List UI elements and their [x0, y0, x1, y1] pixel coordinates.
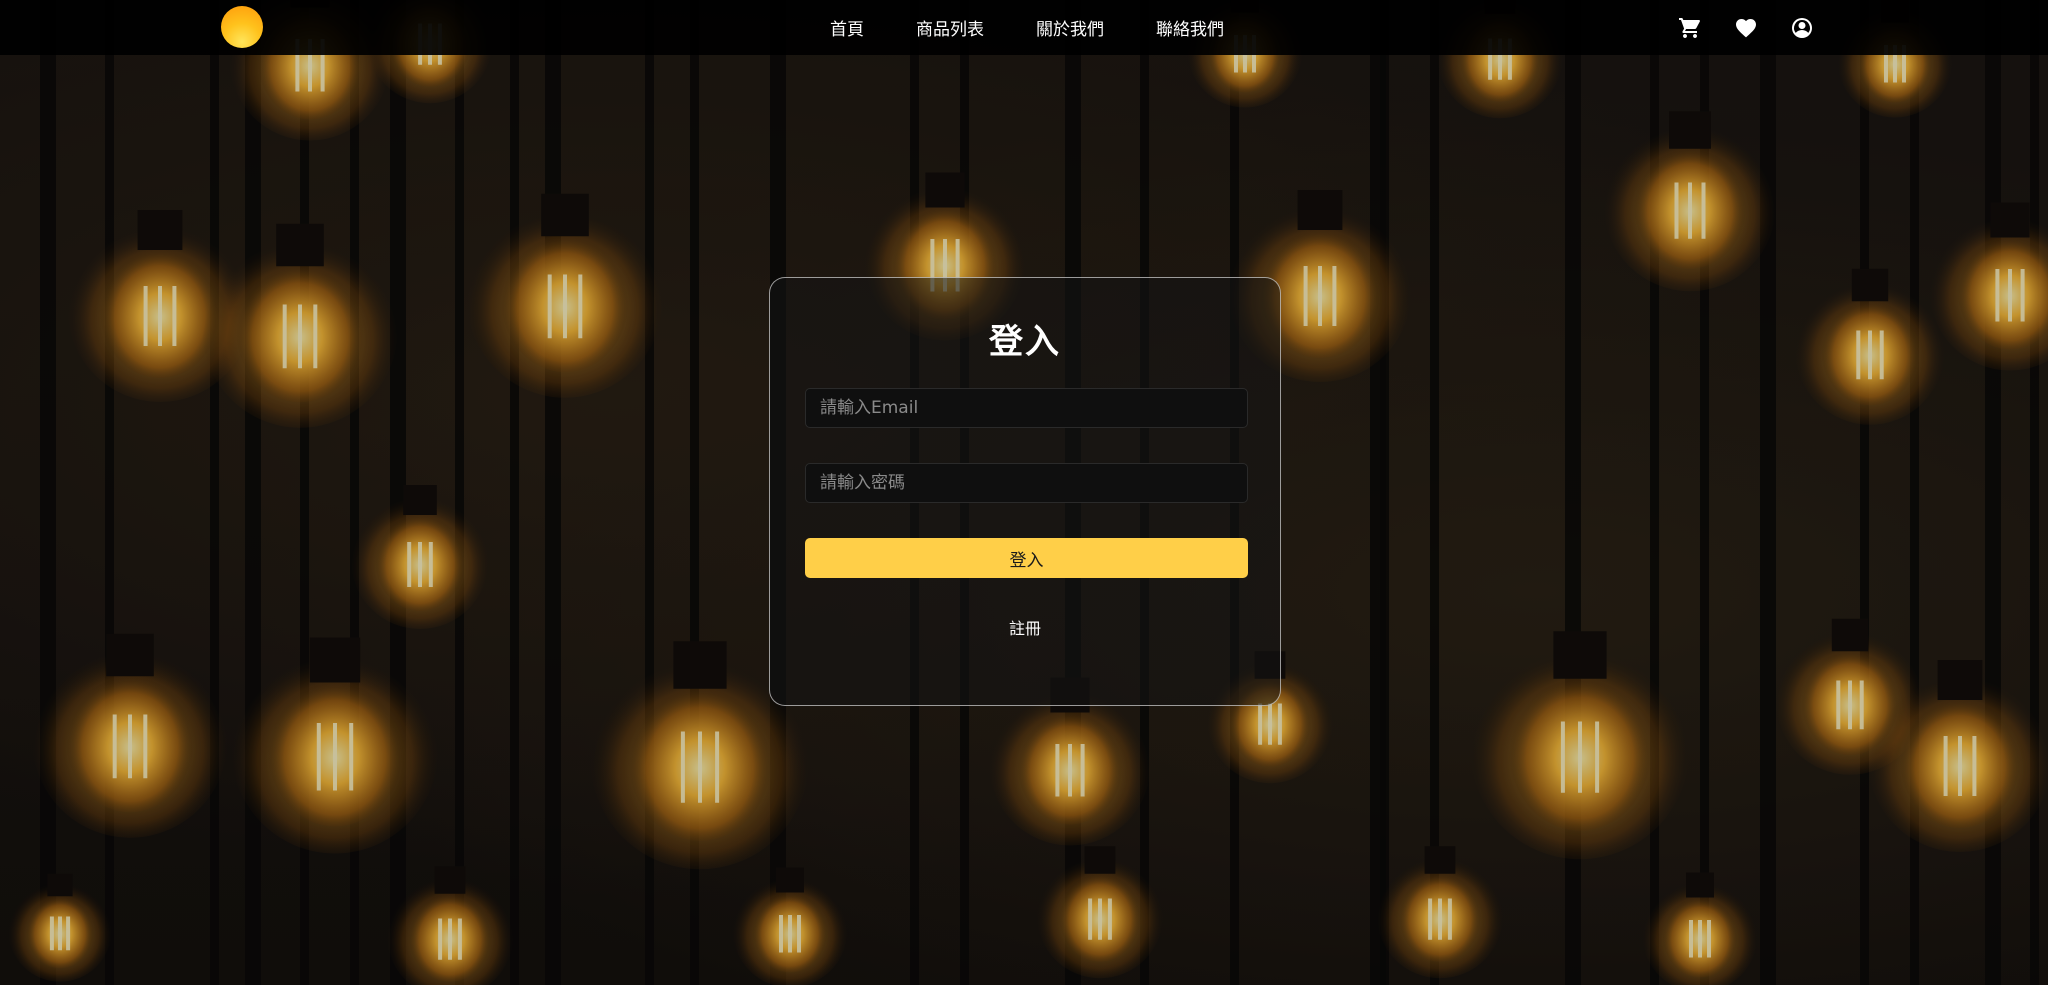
- heart-icon[interactable]: [1734, 16, 1758, 40]
- cart-icon[interactable]: [1678, 16, 1702, 40]
- nav-link-products[interactable]: 商品列表: [916, 15, 984, 40]
- logo[interactable]: [221, 6, 263, 48]
- nav-link-about[interactable]: 關於我們: [1036, 15, 1104, 40]
- user-icon[interactable]: [1790, 16, 1814, 40]
- nav-link-contact[interactable]: 聯絡我們: [1156, 15, 1224, 40]
- login-title: 登入: [989, 322, 1061, 362]
- nav-link-home[interactable]: 首頁: [830, 15, 864, 40]
- nav-links: 首頁 商品列表 關於我們 聯絡我們: [830, 0, 1224, 55]
- email-field[interactable]: [805, 388, 1248, 428]
- login-button[interactable]: 登入: [805, 538, 1248, 578]
- register-link[interactable]: 註冊: [770, 615, 1280, 639]
- nav-icons: [1678, 0, 1814, 55]
- login-card: 登入 登入 註冊: [769, 277, 1281, 706]
- top-navbar: 首頁 商品列表 關於我們 聯絡我們: [0, 0, 2048, 55]
- password-field[interactable]: [805, 463, 1248, 503]
